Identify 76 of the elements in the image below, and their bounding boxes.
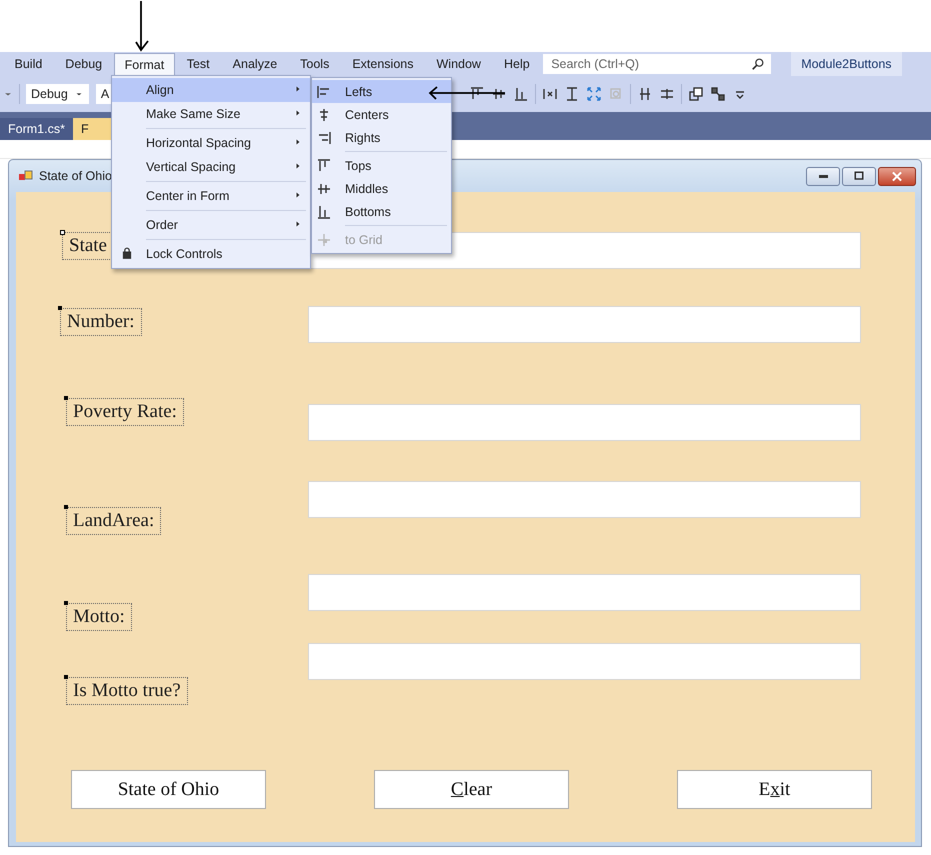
align-top-icon bbox=[316, 158, 332, 174]
solution-name: Module2Buttons bbox=[791, 52, 902, 76]
search-field[interactable]: Search (Ctrl+Q) bbox=[549, 56, 752, 72]
menu-item[interactable]: Analyze bbox=[221, 52, 289, 76]
menu-item[interactable]: Tops bbox=[312, 154, 451, 177]
selection-handle[interactable] bbox=[60, 230, 65, 235]
field-label: Poverty Rate: bbox=[66, 398, 184, 426]
close-icon bbox=[890, 170, 904, 182]
toolbar-dropdown[interactable]: Debug bbox=[25, 83, 90, 105]
text-box[interactable] bbox=[308, 643, 861, 680]
selection-handle[interactable] bbox=[58, 306, 62, 310]
spacing-icon bbox=[542, 86, 558, 102]
menu-item[interactable]: Rights bbox=[312, 126, 451, 149]
bring-front-icon bbox=[688, 86, 704, 102]
menu-item[interactable]: Format bbox=[114, 52, 176, 76]
grid-icon bbox=[316, 232, 332, 248]
align-bottom-icon bbox=[316, 204, 332, 220]
close-button[interactable] bbox=[878, 166, 916, 186]
menu-item[interactable]: Build bbox=[3, 52, 54, 76]
minimize-button[interactable] bbox=[806, 166, 840, 186]
text-box[interactable] bbox=[308, 481, 861, 518]
text-box[interactable] bbox=[308, 306, 861, 343]
field-label: Number: bbox=[60, 308, 142, 336]
center-horizontal-icon bbox=[659, 86, 675, 102]
menu-item[interactable]: Order bbox=[112, 213, 310, 237]
expand-icon bbox=[586, 86, 602, 102]
submenu-arrow-icon bbox=[294, 138, 302, 146]
hand-drawn-arrow bbox=[134, 0, 150, 52]
maximize-button[interactable] bbox=[842, 166, 876, 186]
menu-item[interactable]: Test bbox=[175, 52, 222, 76]
menu-item[interactable]: Debug bbox=[54, 52, 114, 76]
maximize-icon bbox=[852, 170, 866, 182]
align-bottom-icon bbox=[513, 86, 529, 102]
submenu-arrow-icon bbox=[294, 109, 302, 117]
text-box[interactable] bbox=[308, 404, 861, 441]
align-middle-icon bbox=[316, 181, 332, 197]
menu-item[interactable]: Align bbox=[112, 78, 310, 102]
menu-item[interactable]: Center in Form bbox=[112, 184, 310, 208]
document-tab[interactable]: Form1.cs* bbox=[0, 118, 73, 140]
form-button[interactable]: State of Ohio bbox=[71, 770, 266, 809]
center-vertical-icon bbox=[637, 86, 653, 102]
selection-handle[interactable] bbox=[64, 505, 68, 509]
form-button[interactable]: Clear bbox=[374, 770, 569, 809]
selection-handle[interactable] bbox=[64, 601, 68, 605]
menu-item[interactable]: Lock Controls bbox=[112, 242, 310, 266]
submenu-arrow-icon bbox=[294, 220, 302, 228]
minimize-icon bbox=[818, 174, 828, 178]
submenu-arrow-icon bbox=[294, 85, 302, 93]
form-button[interactable]: Exit bbox=[677, 770, 872, 809]
window-title: State of Ohio bbox=[39, 169, 112, 183]
text-box[interactable] bbox=[308, 574, 861, 611]
submenu-arrow-icon bbox=[294, 162, 302, 170]
align-middle-icon bbox=[491, 86, 507, 102]
menu-item[interactable]: Tools bbox=[288, 52, 341, 76]
field-label: Motto: bbox=[66, 603, 132, 631]
field-label: LandArea: bbox=[66, 507, 162, 535]
align-top-icon bbox=[469, 86, 485, 102]
menu-item[interactable]: Lefts bbox=[312, 80, 451, 103]
selection-handle[interactable] bbox=[64, 396, 68, 400]
menu-item[interactable]: Middles bbox=[312, 177, 451, 200]
menu-item[interactable]: Help bbox=[492, 52, 542, 76]
text-cursor-icon bbox=[564, 86, 580, 102]
search-icon bbox=[751, 57, 766, 71]
menu-item[interactable]: Extensions bbox=[340, 52, 425, 76]
lock-icon bbox=[120, 246, 134, 260]
submenu-arrow-icon bbox=[294, 191, 302, 199]
menu-item[interactable]: Vertical Spacing bbox=[112, 155, 310, 179]
send-back-icon bbox=[710, 86, 726, 102]
menu-item[interactable]: Bottoms bbox=[312, 200, 451, 223]
selection-handle[interactable] bbox=[64, 675, 68, 679]
field-label: Is Motto true? bbox=[66, 677, 188, 705]
menu-item[interactable]: Centers bbox=[312, 103, 451, 126]
search-box[interactable]: Search (Ctrl+Q) bbox=[543, 54, 772, 74]
align-right-icon bbox=[316, 130, 332, 146]
align-left-icon bbox=[316, 84, 332, 100]
menu-item[interactable]: Window bbox=[425, 52, 492, 76]
